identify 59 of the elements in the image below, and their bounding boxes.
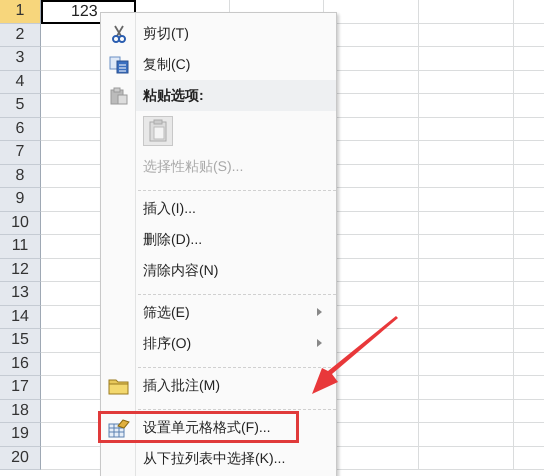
scissors-icon [110, 24, 126, 42]
folder-icon [108, 376, 130, 394]
menu-item[interactable]: 筛选(E) [101, 297, 336, 328]
row-header[interactable]: 17 [0, 376, 41, 400]
row-header[interactable]: 15 [0, 329, 41, 352]
grid-cell[interactable] [419, 423, 514, 446]
grid-cell[interactable] [419, 0, 514, 24]
row-header[interactable]: 12 [0, 258, 41, 282]
grid-cell[interactable] [419, 188, 514, 212]
submenu-arrow-icon [317, 339, 322, 347]
cell-value: 123 [71, 3, 98, 21]
row-header[interactable]: 18 [0, 400, 41, 423]
row-header[interactable]: 11 [0, 235, 41, 258]
row-header[interactable]: 16 [0, 352, 41, 376]
menu-item[interactable]: 复制(C) [101, 49, 336, 80]
row-header[interactable]: 2 [0, 24, 41, 47]
menu-item[interactable]: 设置单元格格式(F)... [101, 412, 336, 443]
grid-cell[interactable] [419, 70, 514, 94]
row-header[interactable]: 4 [0, 70, 41, 94]
grid-cell[interactable] [419, 329, 514, 352]
row-header[interactable]: 9 [0, 188, 41, 212]
menu-item[interactable]: 删除(D)... [101, 224, 336, 255]
grid-cell[interactable] [419, 118, 514, 141]
row-header[interactable]: 19 [0, 423, 41, 446]
row-header[interactable]: 7 [0, 141, 41, 164]
row-header[interactable]: 20 [0, 446, 41, 470]
submenu-arrow-icon [317, 308, 322, 316]
grid-cell[interactable] [419, 94, 514, 118]
copy-icon [108, 56, 128, 74]
menu-item[interactable]: 插入(I)... [101, 193, 336, 224]
row-header[interactable]: 5 [0, 94, 41, 118]
row-header[interactable]: 3 [0, 47, 41, 70]
grid-cell[interactable] [419, 306, 514, 329]
row-header[interactable]: 13 [0, 282, 41, 306]
clipboard-icon [108, 86, 128, 106]
grid-cell[interactable] [419, 376, 514, 400]
grid-cell[interactable] [419, 47, 514, 70]
menu-item[interactable]: 插入批注(M) [101, 370, 336, 401]
menu-item[interactable]: 排序(O) [101, 328, 336, 359]
format-cells-icon [108, 418, 130, 438]
grid-cell[interactable] [419, 282, 514, 306]
row-header[interactable]: 1 [0, 0, 41, 24]
row-header[interactable]: 8 [0, 164, 41, 188]
row-header[interactable]: 14 [0, 306, 41, 329]
grid-cell[interactable] [419, 400, 514, 423]
grid-cell[interactable] [419, 24, 514, 47]
grid-cell[interactable] [419, 258, 514, 282]
row-header[interactable]: 10 [0, 212, 41, 235]
grid-cell[interactable] [419, 141, 514, 164]
grid-cell[interactable] [419, 446, 514, 470]
grid-cell[interactable] [419, 212, 514, 235]
grid-cell[interactable] [419, 235, 514, 258]
menu-item[interactable]: 从下拉列表中选择(K)... [101, 443, 336, 474]
row-header[interactable]: 6 [0, 118, 41, 141]
paste-options-heading: 粘贴选项: [142, 86, 204, 104]
grid-cell[interactable] [419, 352, 514, 376]
paste-option-icon[interactable] [143, 116, 173, 146]
menu-item[interactable]: 清除内容(N) [101, 255, 336, 286]
grid-cell[interactable] [419, 164, 514, 188]
